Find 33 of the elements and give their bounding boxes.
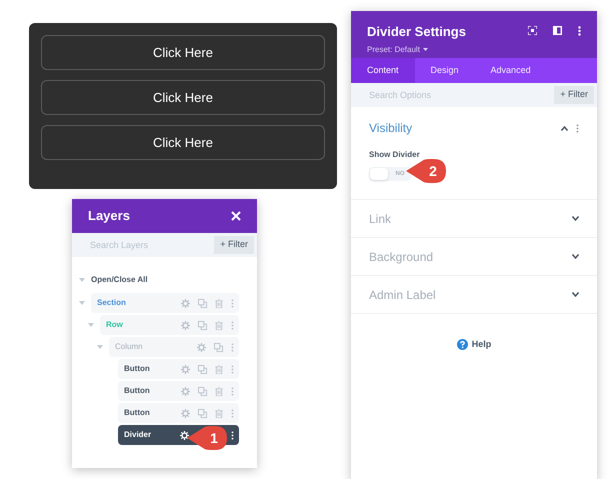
tab[interactable]: Advanced — [474, 58, 547, 83]
section-title: Link — [369, 210, 392, 228]
search-field[interactable]: Search Options — [351, 83, 554, 107]
layer-item[interactable]: Button — [118, 359, 239, 379]
click-button[interactable]: Click Here — [41, 35, 325, 70]
section-title: Background — [369, 248, 434, 266]
step-callout-tooltip: 1 — [187, 426, 227, 450]
layer-label: Section — [97, 297, 126, 309]
section-toggle[interactable]: Visibility — [369, 119, 579, 137]
tab[interactable]: Content — [351, 58, 415, 83]
panel-title: Layers — [88, 207, 130, 226]
layer-label: Column — [115, 341, 143, 353]
layer-label: Divider — [124, 429, 152, 441]
panel-title: Divider Settings — [367, 23, 466, 41]
section-title: Visibility — [369, 120, 412, 137]
search-field[interactable]: Search Layers — [72, 233, 214, 257]
layer-item[interactable]: Button — [118, 381, 239, 401]
filter-button[interactable]: + Filter — [214, 233, 257, 257]
click-button[interactable]: Click Here — [41, 125, 325, 160]
help-link[interactable]: Help — [472, 338, 492, 352]
tab[interactable]: Design — [414, 58, 475, 83]
preset-label[interactable]: Preset: Default — [367, 44, 420, 56]
section-title: Admin Label — [369, 286, 436, 304]
field-label: Show Divider — [369, 149, 421, 161]
filter-button[interactable]: + Filter — [554, 83, 597, 107]
layer-label: Button — [124, 363, 150, 375]
click-button[interactable]: Click Here — [41, 80, 325, 115]
open-close-all-link[interactable]: Open/Close All — [91, 274, 148, 286]
layer-label: Button — [124, 407, 150, 419]
layer-label: Button — [124, 385, 150, 397]
step-callout-tooltip: 2 — [406, 159, 446, 183]
layer-label: Row — [106, 319, 123, 331]
layer-item[interactable]: Button — [118, 403, 239, 423]
